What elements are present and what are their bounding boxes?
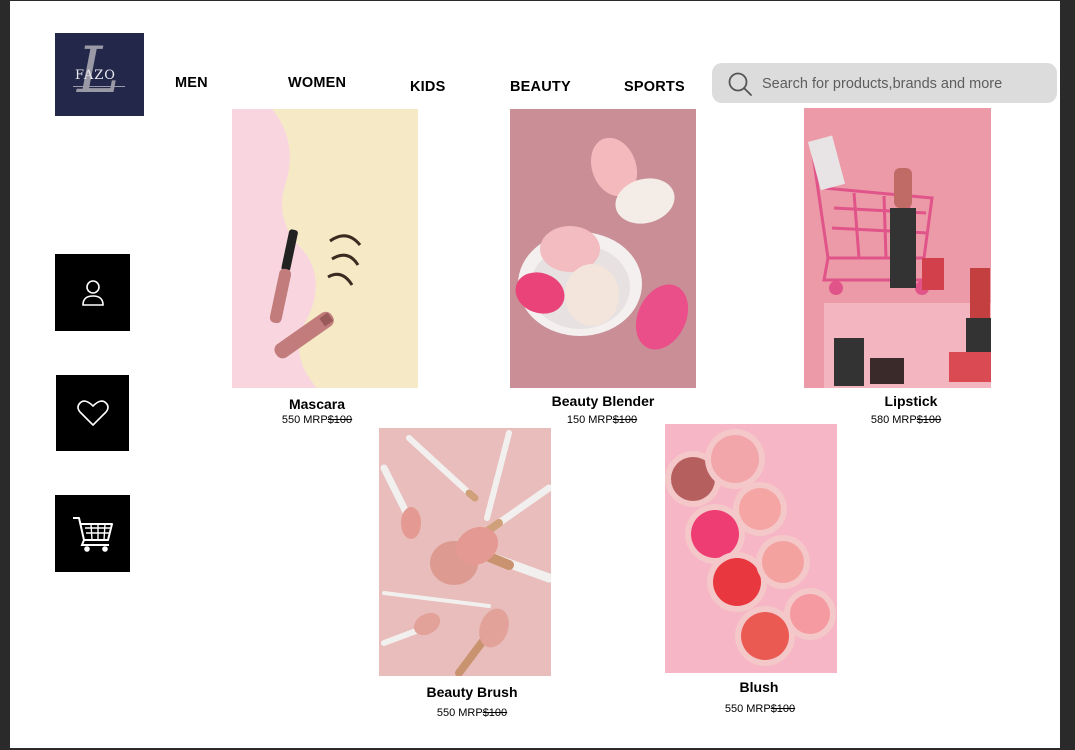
mrp-value: $100 — [327, 414, 353, 426]
account-button[interactable] — [55, 254, 130, 331]
product-image-lipstick[interactable] — [804, 108, 991, 388]
user-icon — [81, 279, 104, 306]
heart-icon — [76, 400, 109, 426]
product-name-lipstick[interactable]: Lipstick — [811, 393, 1011, 409]
product-name-beauty-blender[interactable]: Beauty Blender — [503, 393, 703, 409]
search-bar[interactable] — [712, 63, 1057, 103]
price-value: 550 MRP — [436, 707, 483, 719]
nav-kids[interactable]: KIDS — [410, 79, 445, 95]
product-image-mascara[interactable] — [232, 109, 418, 388]
product-price-mascara: 550 MRP$100 — [217, 414, 417, 426]
search-icon — [728, 72, 752, 96]
nav-men[interactable]: MEN — [175, 75, 208, 91]
product-name-beauty-brush[interactable]: Beauty Brush — [372, 684, 572, 700]
mrp-value: $100 — [916, 414, 942, 426]
search-input[interactable] — [760, 72, 1049, 96]
cart-button[interactable] — [55, 495, 130, 572]
nav-beauty[interactable]: BEAUTY — [510, 79, 571, 95]
nav-women[interactable]: WOMEN — [288, 75, 346, 91]
price-value: 580 MRP — [870, 414, 917, 426]
product-image-beauty-blender[interactable] — [510, 109, 696, 388]
product-price-blush: 550 MRP$100 — [660, 703, 860, 715]
product-name-mascara[interactable]: Mascara — [217, 396, 417, 412]
mrp-value: $100 — [770, 703, 796, 715]
brand-logo[interactable]: L FAZO — [55, 33, 144, 116]
price-value: 150 MRP — [566, 414, 613, 426]
product-price-beauty-brush: 550 MRP$100 — [372, 707, 572, 719]
mrp-value: $100 — [612, 414, 638, 426]
product-image-blush[interactable] — [665, 424, 837, 673]
price-value: 550 MRP — [281, 414, 328, 426]
wishlist-button[interactable] — [56, 375, 129, 451]
logo-text: FAZO — [75, 68, 116, 83]
mrp-value: $100 — [482, 707, 508, 719]
price-value: 550 MRP — [724, 703, 771, 715]
product-image-beauty-brush[interactable] — [379, 428, 551, 676]
nav-sports[interactable]: SPORTS — [624, 79, 685, 95]
product-name-blush[interactable]: Blush — [659, 679, 859, 695]
logo-rule — [73, 86, 125, 87]
cart-icon — [72, 516, 113, 552]
